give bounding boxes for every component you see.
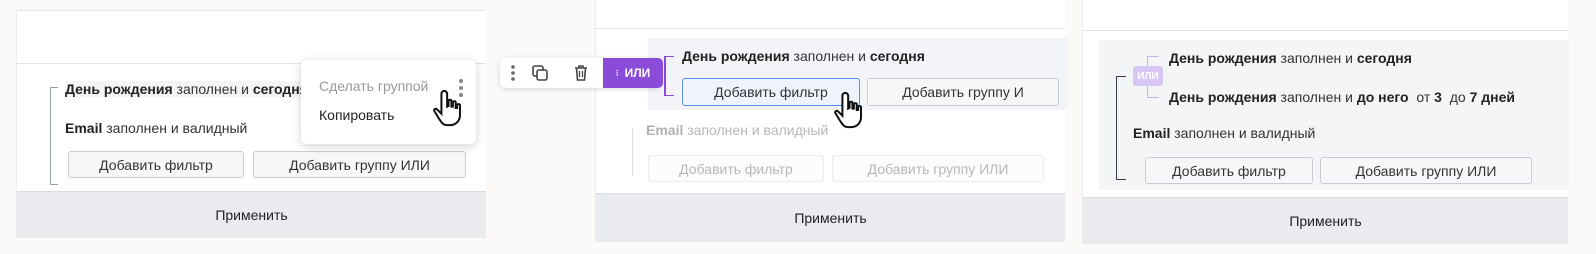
group-bracket (632, 128, 633, 176)
condition-value: до него (1356, 89, 1409, 105)
range-from-value[interactable]: 3 (1434, 89, 1442, 105)
range-from-label: от (1416, 89, 1431, 105)
condition-operator: заполнен и валидный (106, 120, 248, 136)
group-bracket-nested (664, 56, 666, 96)
bracket-tick (1116, 179, 1126, 180)
add-filter-button-outer[interactable]: Добавить фильтр (648, 155, 824, 182)
bracket-tick (1147, 56, 1159, 57)
bracket-tick (1147, 97, 1159, 98)
add-filter-button[interactable]: Добавить фильтр (68, 151, 244, 178)
menu-item-make-group[interactable]: Сделать группой (319, 78, 428, 94)
divider (596, 28, 1065, 29)
condition-field: День рождения (1169, 89, 1277, 105)
condition-email[interactable]: Email заполнен и валидный (1133, 125, 1315, 141)
or-badge-label: ИЛИ (624, 66, 651, 80)
condition-birthday[interactable]: День рождения заполнен и сегодня (682, 48, 925, 64)
condition-value: сегодня (252, 81, 305, 97)
range-to-value[interactable]: 7 дней (1470, 89, 1515, 105)
bracket-tick (50, 184, 58, 185)
filter-panel-3: ИЛИ День рождения заполнен и сегодня Ден… (1082, 0, 1569, 244)
hand-pointer-icon (432, 88, 468, 133)
copy-icon[interactable] (530, 63, 550, 83)
condition-field: День рождения (1169, 50, 1277, 66)
condition-operator: заполнен и (176, 81, 249, 97)
drag-dots-icon: ⁝ (615, 67, 619, 78)
or-badge[interactable]: ИЛИ (1133, 66, 1163, 86)
add-filter-button[interactable]: Добавить фильтр (1145, 157, 1313, 184)
filter-panel-2: День рождения заполнен и сегодня Добавит… (595, 0, 1068, 242)
apply-label: Применить (1289, 213, 1362, 229)
bracket-tick (664, 56, 674, 57)
divider (1083, 30, 1568, 31)
add-group-or-button[interactable]: Добавить группу ИЛИ (832, 155, 1044, 182)
apply-label: Применить (215, 207, 288, 223)
condition-field: День рождения (65, 81, 173, 97)
add-group-and-button[interactable]: Добавить группу И (867, 78, 1059, 106)
group-bracket (1116, 76, 1117, 180)
group-bracket (50, 87, 51, 185)
condition-email[interactable]: Email заполнен и валидный (646, 122, 828, 138)
condition-operator: заполнен и валидный (687, 122, 829, 138)
add-group-or-button[interactable]: Добавить группу ИЛИ (1320, 157, 1532, 184)
condition-field: Email (1133, 125, 1171, 141)
bracket-tick (1116, 76, 1126, 77)
condition-field: День рождения (682, 48, 790, 64)
apply-button[interactable]: Применить (1083, 197, 1568, 244)
apply-button[interactable]: Применить (17, 191, 486, 238)
condition-field: Email (65, 120, 103, 136)
menu-item-copy[interactable]: Копировать (319, 107, 394, 123)
trash-icon[interactable] (571, 63, 591, 83)
condition-birthday-range[interactable]: День рождения заполнен и до него от 3 до… (1169, 89, 1515, 105)
bracket-tick (50, 87, 58, 88)
drag-handle-icon[interactable] (503, 63, 523, 83)
apply-button[interactable]: Применить (596, 193, 1065, 242)
apply-label: Применить (794, 210, 867, 226)
condition-birthday[interactable]: День рождения заполнен и сегодня (65, 81, 305, 97)
hand-pointer-icon (833, 90, 869, 135)
add-group-or-button[interactable]: Добавить группу ИЛИ (253, 151, 466, 178)
group-toolbar: ⁝ ИЛИ (500, 58, 663, 88)
range-to-label: до (1449, 89, 1466, 105)
condition-value: сегодня (1356, 50, 1412, 66)
or-badge[interactable]: ⁝ ИЛИ (603, 58, 663, 88)
condition-operator: заполнен и (1280, 89, 1353, 105)
condition-operator: заполнен и (793, 48, 866, 64)
condition-email[interactable]: Email заполнен и валидный (65, 120, 247, 136)
condition-operator: заполнен и (1280, 50, 1353, 66)
condition-value: сегодня (869, 48, 925, 64)
condition-field: Email (646, 122, 684, 138)
condition-birthday-today[interactable]: День рождения заполнен и сегодня (1169, 50, 1412, 66)
condition-operator: заполнен и валидный (1174, 125, 1316, 141)
bracket-tick (664, 95, 674, 96)
